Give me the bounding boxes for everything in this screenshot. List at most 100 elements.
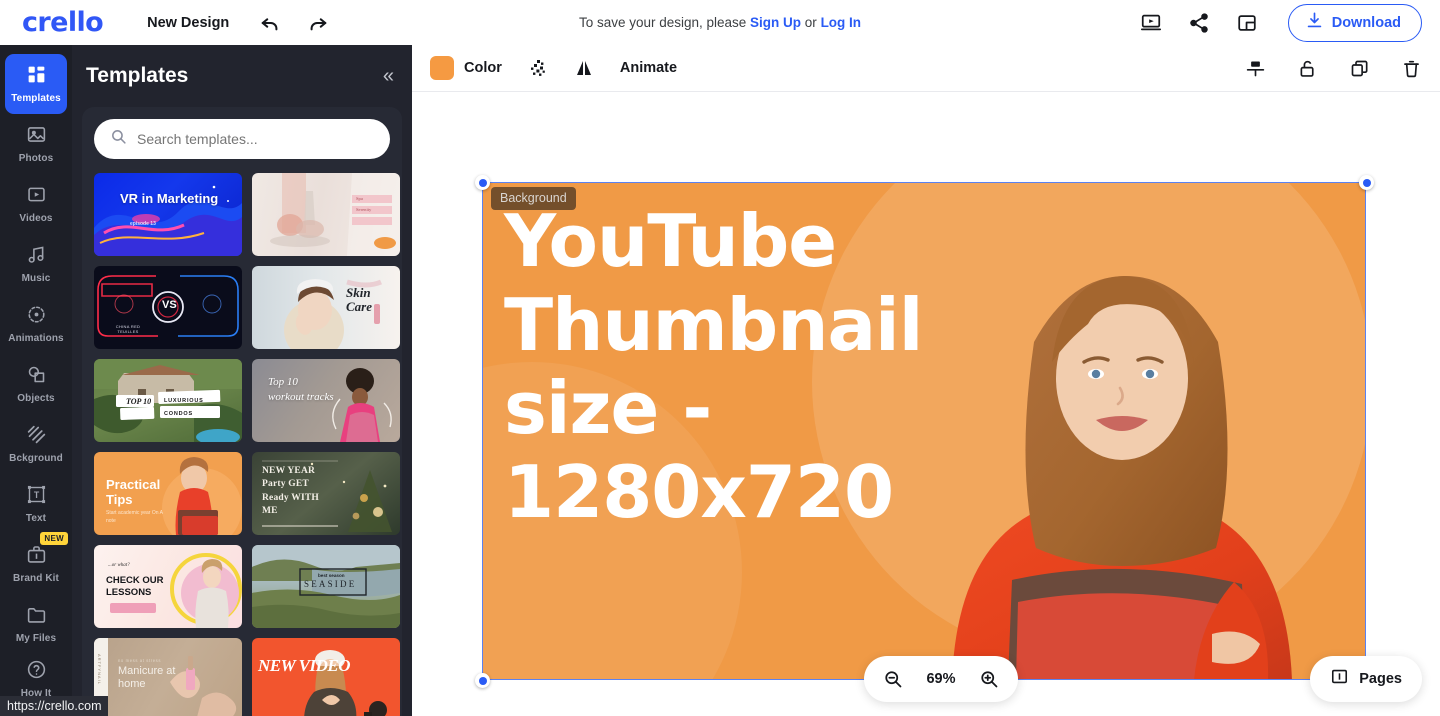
resize-handle-top-left[interactable] [475, 175, 490, 190]
trash-icon[interactable] [1398, 55, 1424, 81]
template-title: Manicure at home [118, 665, 176, 690]
save-prompt-text: To save your design, please [578, 15, 751, 30]
template-card[interactable]: ARTFYNAIL no mess at stress Manicure at … [94, 638, 242, 716]
zoom-out-icon[interactable] [880, 666, 906, 692]
template-grid: VR in Marketing episode 13 Spa Serenity … [94, 173, 400, 716]
panel-header: Templates « [72, 45, 412, 107]
panel-body: VR in Marketing episode 13 [82, 107, 402, 716]
template-title: NEW YEAR Party GET Ready WITH ME [262, 466, 319, 517]
videos-icon [26, 184, 47, 210]
zoom-control: 69% [864, 656, 1018, 702]
document-title[interactable]: New Design [147, 15, 229, 31]
template-subtitle: episode 13 [130, 221, 156, 227]
sidebar-item-photos[interactable]: Photos [5, 114, 67, 174]
canvas-area[interactable]: YouTube Thumbnail size - 1280x720 Backgr… [412, 92, 1440, 716]
zoom-level: 69% [926, 671, 956, 687]
sidebar-item-my-files[interactable]: My Files [5, 594, 67, 654]
left-rail: Templates Photos Videos Music Animations… [0, 45, 72, 716]
template-title: Spa [356, 196, 363, 201]
templates-icon [26, 64, 47, 90]
panel-title: Templates [86, 64, 189, 87]
redo-icon[interactable] [305, 10, 331, 36]
template-card[interactable]: NEW YEAR Party GET Ready WITH ME [252, 452, 400, 535]
resize-icon[interactable] [1234, 10, 1260, 36]
sidebar-item-label: Objects [17, 392, 55, 404]
color-swatch[interactable] [430, 56, 454, 80]
download-icon [1305, 11, 1324, 34]
undo-icon[interactable] [257, 10, 283, 36]
sidebar-item-label: Videos [19, 212, 53, 224]
sidebar-item-videos[interactable]: Videos [5, 174, 67, 234]
save-prompt: To save your design, please Sign Up or L… [579, 15, 861, 30]
template-title: CHECK OUR LESSONS [106, 575, 164, 598]
share-icon[interactable] [1186, 10, 1212, 36]
editor-area: Color Animate YouTube Thumbnail size - 1… [412, 45, 1440, 716]
background-icon [26, 424, 47, 450]
sidebar-item-label: Templates [11, 92, 61, 104]
search-icon [110, 128, 127, 150]
template-card[interactable]: VS CHINA RED TEUILLES [94, 266, 242, 349]
sign-up-link[interactable]: Sign Up [750, 15, 801, 30]
template-card[interactable]: Practical Tips Start academic year On A … [94, 452, 242, 535]
sidebar-item-music[interactable]: Music [5, 234, 67, 294]
chevron-double-left-icon[interactable]: « [383, 66, 394, 86]
transparency-icon[interactable] [528, 58, 548, 78]
sidebar-item-animations[interactable]: Animations [5, 294, 67, 354]
log-in-link[interactable]: Log In [821, 15, 862, 30]
template-card[interactable]: Skin Care [252, 266, 400, 349]
brandkit-icon [26, 544, 47, 570]
sidebar-item-label: Music [21, 272, 51, 284]
pages-button[interactable]: Pages [1310, 656, 1422, 702]
unlock-icon[interactable] [1294, 55, 1320, 81]
sidebar-item-brand-kit[interactable]: NEW Brand Kit [5, 532, 68, 594]
animate-button[interactable]: Animate [620, 60, 677, 76]
template-subtitle: Serenity [356, 207, 372, 212]
template-subtitle: Start academic year On A note [106, 510, 163, 524]
template-card[interactable]: TOP 10 LUXURIOUS CONDOS [94, 359, 242, 442]
pages-icon [1330, 667, 1349, 691]
pages-label: Pages [1359, 671, 1402, 687]
flip-icon[interactable] [574, 58, 594, 78]
template-card[interactable]: VR in Marketing episode 13 [94, 173, 242, 256]
help-icon [26, 659, 47, 685]
download-label: Download [1331, 14, 1401, 31]
template-title: NEW VIDEO [258, 656, 351, 675]
sidebar-item-label: My Files [15, 632, 57, 644]
sidebar-item-text[interactable]: T Text [5, 474, 67, 534]
sidebar-item-bckground[interactable]: Bckground [5, 414, 67, 474]
sidebar-item-templates[interactable]: Templates [5, 54, 67, 114]
design-canvas[interactable]: YouTube Thumbnail size - 1280x720 [482, 182, 1366, 680]
sidebar-item-label: Animations [8, 332, 64, 344]
sidebar-item-label: Bckground [9, 452, 63, 464]
template-card[interactable]: Top 10 workout tracks [252, 359, 400, 442]
myfiles-icon [26, 604, 47, 630]
sidebar-item-label: Text [25, 512, 47, 524]
position-icon[interactable] [1242, 55, 1268, 81]
crello-logo[interactable]: crello [22, 9, 104, 36]
download-button[interactable]: Download [1287, 3, 1422, 42]
template-title: VR in Marketing [120, 191, 219, 206]
duplicate-icon[interactable] [1346, 55, 1372, 81]
template-card[interactable]: ...or what? CHECK OUR LESSONS [94, 545, 242, 628]
template-card[interactable]: Spa Serenity [252, 173, 400, 256]
template-title: TOP 10 [126, 397, 152, 406]
context-toolbar: Color Animate [412, 45, 1440, 92]
template-card[interactable]: NEW VIDEO [252, 638, 400, 716]
color-label[interactable]: Color [464, 60, 502, 76]
resize-handle-bottom-left[interactable] [475, 673, 490, 688]
sidebar-item-label: Brand Kit [13, 572, 59, 584]
search-box[interactable] [94, 119, 390, 159]
context-toolbar-actions [1242, 55, 1424, 81]
template-subtitle: ...or what? [108, 563, 130, 568]
resize-handle-top-right[interactable] [1359, 175, 1374, 190]
sidebar-item-label: Photos [18, 152, 54, 164]
zoom-in-icon[interactable] [976, 666, 1002, 692]
search-input[interactable] [137, 131, 374, 147]
present-icon[interactable] [1138, 10, 1164, 36]
template-title: Skin Care [346, 285, 372, 314]
template-card[interactable]: best season SEASIDE [252, 545, 400, 628]
sidebar-item-objects[interactable]: Objects [5, 354, 67, 414]
template-title: SEASIDE [304, 579, 357, 589]
new-badge: NEW [40, 532, 68, 545]
canvas-headline[interactable]: YouTube Thumbnail size - 1280x720 [504, 199, 964, 534]
